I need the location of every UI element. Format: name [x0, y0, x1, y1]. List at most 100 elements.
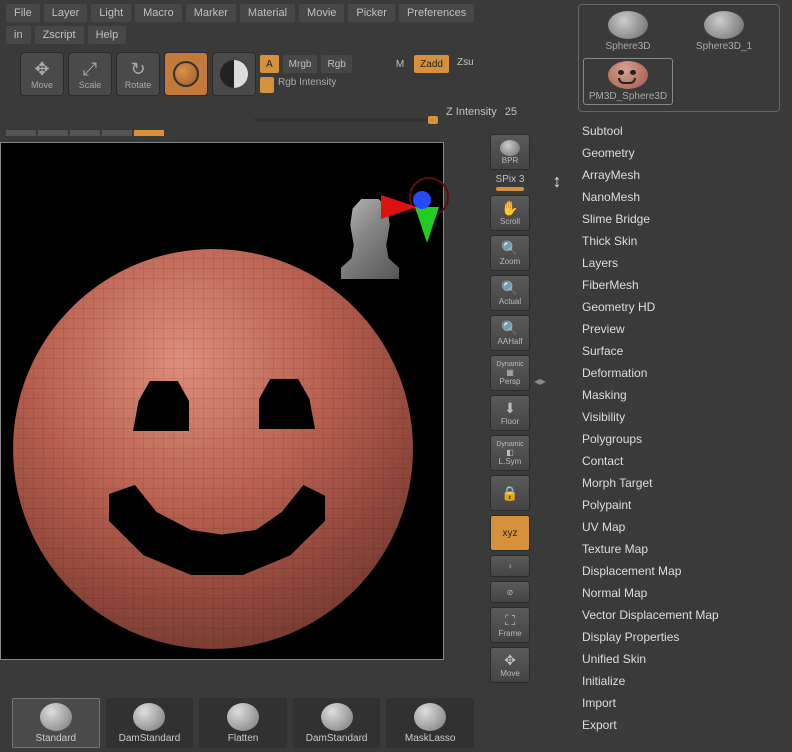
actual-button[interactable]: 🔍Actual: [490, 275, 530, 311]
brush-damstandard[interactable]: DamStandard: [106, 698, 194, 748]
rotate-label: Rotate: [125, 80, 152, 90]
lock-button[interactable]: 🔒: [490, 475, 530, 511]
menu-marker[interactable]: Marker: [186, 4, 236, 22]
slot[interactable]: [70, 130, 100, 136]
scroll-button[interactable]: ✋Scroll: [490, 195, 530, 231]
paint-m[interactable]: M: [390, 55, 410, 73]
move-icon: ✥: [504, 652, 516, 669]
axis-gizmo[interactable]: [387, 173, 447, 233]
acc-masking[interactable]: Masking: [578, 384, 780, 406]
acc-texture-map[interactable]: Texture Map: [578, 538, 780, 560]
brush-masklasso[interactable]: MaskLasso: [386, 698, 474, 748]
brush-flatten[interactable]: Flatten: [199, 698, 287, 748]
menu-help[interactable]: Help: [88, 26, 127, 44]
color-swatch[interactable]: [260, 77, 274, 93]
intensity-slider-thumb[interactable]: [428, 116, 438, 124]
menu-in[interactable]: in: [6, 26, 31, 44]
acc-import[interactable]: Import: [578, 692, 780, 714]
slot[interactable]: [102, 130, 132, 136]
paint-zadd[interactable]: Zadd: [414, 55, 449, 73]
acc-nanomesh[interactable]: NanoMesh: [578, 186, 780, 208]
xyz-button[interactable]: xyz: [490, 515, 530, 551]
acc-surface[interactable]: Surface: [578, 340, 780, 362]
tool-accordion: Subtool Geometry ArrayMesh NanoMesh Slim…: [578, 120, 780, 736]
acc-display-properties[interactable]: Display Properties: [578, 626, 780, 648]
subtool-pm3d-sphere[interactable]: PM3D_Sphere3D: [583, 58, 673, 105]
scale-tool[interactable]: ⤢ Scale: [68, 52, 112, 96]
acc-geometry-hd[interactable]: Geometry HD: [578, 296, 780, 318]
floor-icon: ⬇: [504, 400, 516, 417]
acc-morph-target[interactable]: Morph Target: [578, 472, 780, 494]
gizmo-y-axis: [415, 207, 439, 243]
acc-vector-displacement-map[interactable]: Vector Displacement Map: [578, 604, 780, 626]
panel-resize-handle[interactable]: ↕: [550, 166, 564, 196]
side-move-button[interactable]: ✥Move: [490, 647, 530, 683]
lsym-button[interactable]: Dynamic◧L.Sym: [490, 435, 530, 471]
intensity-slider-track[interactable]: [254, 118, 438, 122]
rotate-icon: ↻: [130, 58, 145, 80]
subtool-sphere3d[interactable]: Sphere3D: [583, 11, 673, 52]
acc-deformation[interactable]: Deformation: [578, 362, 780, 384]
spix-label: SPix: [496, 174, 517, 185]
acc-uv-map[interactable]: UV Map: [578, 516, 780, 538]
acc-export[interactable]: Export: [578, 714, 780, 736]
acc-visibility[interactable]: Visibility: [578, 406, 780, 428]
subtool-sphere3d-1[interactable]: Sphere3D_1: [679, 11, 769, 52]
menu-macro[interactable]: Macro: [135, 4, 182, 22]
panel-collapse-toggle[interactable]: ◂▸: [534, 374, 546, 388]
rotate-tool[interactable]: ↻ Rotate: [116, 52, 160, 96]
paint-mrgb[interactable]: Mrgb: [283, 55, 318, 73]
acc-displacement-map[interactable]: Displacement Map: [578, 560, 780, 582]
slot[interactable]: [6, 130, 36, 136]
tool-panel: Sphere3D Sphere3D_1 PM3D_Sphere3D Subtoo…: [574, 0, 784, 740]
menu-picker[interactable]: Picker: [348, 4, 395, 22]
mesh-grid: [13, 249, 413, 649]
move-icon: ✥: [34, 58, 49, 80]
menu-movie[interactable]: Movie: [299, 4, 344, 22]
spix-setting[interactable]: SPix 3: [490, 174, 530, 191]
menu-light[interactable]: Light: [91, 4, 131, 22]
rotate-z-icon: ⊘: [507, 588, 514, 597]
acc-unified-skin[interactable]: Unified Skin: [578, 648, 780, 670]
acc-normal-map[interactable]: Normal Map: [578, 582, 780, 604]
rotate-z-button[interactable]: ⊘: [490, 581, 530, 603]
acc-preview[interactable]: Preview: [578, 318, 780, 340]
persp-button[interactable]: Dynamic▦Persp: [490, 355, 530, 391]
menu-zscript[interactable]: Zscript: [35, 26, 84, 44]
acc-thick-skin[interactable]: Thick Skin: [578, 230, 780, 252]
aahalf-button[interactable]: 🔍AAHalf: [490, 315, 530, 351]
slot-active[interactable]: [134, 130, 164, 136]
acc-subtool[interactable]: Subtool: [578, 120, 780, 142]
acc-fibermesh[interactable]: FiberMesh: [578, 274, 780, 296]
paint-rgb[interactable]: Rgb: [321, 55, 351, 73]
rotate-y-button[interactable]: ♀: [490, 555, 530, 577]
acc-arraymesh[interactable]: ArrayMesh: [578, 164, 780, 186]
acc-initialize[interactable]: Initialize: [578, 670, 780, 692]
paint-a[interactable]: A: [260, 55, 279, 73]
acc-polypaint[interactable]: Polypaint: [578, 494, 780, 516]
move-tool[interactable]: ✥ Move: [20, 52, 64, 96]
bpr-label: BPR: [502, 156, 518, 165]
menu-file[interactable]: File: [6, 4, 40, 22]
acc-slime-bridge[interactable]: Slime Bridge: [578, 208, 780, 230]
floor-button[interactable]: ⬇Floor: [490, 395, 530, 431]
slot-strip: [0, 128, 170, 138]
frame-button[interactable]: ⛶Frame: [490, 607, 530, 643]
brush-mode-active[interactable]: [164, 52, 208, 96]
acc-polygroups[interactable]: Polygroups: [578, 428, 780, 450]
bpr-button[interactable]: BPR: [490, 134, 530, 170]
brush-standard[interactable]: Standard: [12, 698, 100, 748]
paint-zsu[interactable]: Zsu: [453, 55, 478, 73]
menu-layer[interactable]: Layer: [44, 4, 88, 22]
viewport[interactable]: [0, 142, 444, 660]
sculpt-sphere[interactable]: [13, 249, 413, 649]
acc-layers[interactable]: Layers: [578, 252, 780, 274]
acc-geometry[interactable]: Geometry: [578, 142, 780, 164]
acc-contact[interactable]: Contact: [578, 450, 780, 472]
brush-damstandard-2[interactable]: DamStandard: [293, 698, 381, 748]
material-sphere[interactable]: [212, 52, 256, 96]
menu-material[interactable]: Material: [240, 4, 295, 22]
zoom-button[interactable]: 🔍Zoom: [490, 235, 530, 271]
menu-preferences[interactable]: Preferences: [399, 4, 474, 22]
slot[interactable]: [38, 130, 68, 136]
